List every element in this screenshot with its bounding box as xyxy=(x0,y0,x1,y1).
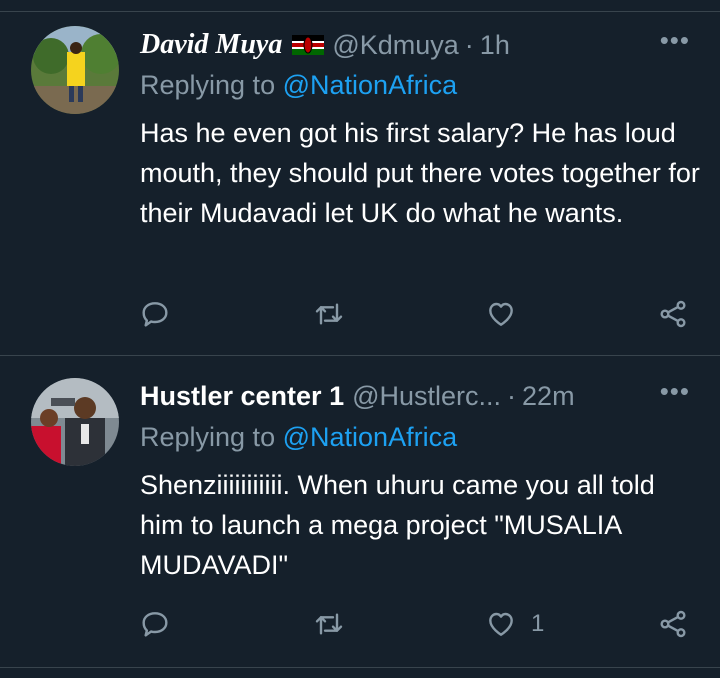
separator: · xyxy=(507,380,517,411)
like-button[interactable]: 1 xyxy=(485,608,544,640)
replying-to-label: Replying to xyxy=(140,70,276,100)
display-name[interactable]: Hustler center 1 xyxy=(140,381,344,412)
bottom-divider xyxy=(0,667,720,668)
replying-to: Replying to @NationAfrica xyxy=(140,422,457,453)
more-icon[interactable]: ••• xyxy=(660,25,690,56)
reply-mention-link[interactable]: @NationAfrica xyxy=(283,70,457,100)
tweet-header: David Muya @Kdmuya · 1h ••• xyxy=(140,25,700,65)
reply-button[interactable] xyxy=(139,298,171,330)
action-bar: 1 xyxy=(0,608,720,648)
retweet-icon xyxy=(315,303,343,325)
share-button[interactable] xyxy=(657,298,689,330)
reply-button[interactable] xyxy=(139,608,171,640)
like-button[interactable] xyxy=(485,298,531,330)
tweet-2[interactable]: Hustler center 1 @Hustlerc... · 22m ••• … xyxy=(0,356,720,667)
display-name[interactable]: David Muya xyxy=(140,29,282,61)
replying-to-label: Replying to xyxy=(140,422,276,452)
avatar[interactable] xyxy=(31,26,119,114)
reply-icon xyxy=(142,302,168,327)
retweet-icon xyxy=(315,613,343,635)
replying-to: Replying to @NationAfrica xyxy=(140,70,457,101)
handle[interactable]: @Kdmuya xyxy=(332,30,458,61)
retweet-button[interactable] xyxy=(313,298,345,330)
timestamp[interactable]: 1h xyxy=(480,30,510,61)
like-icon xyxy=(489,302,513,326)
kenya-flag-icon xyxy=(292,35,325,55)
like-icon xyxy=(489,612,513,636)
retweet-button[interactable] xyxy=(313,608,345,640)
timestamp[interactable]: 22m xyxy=(522,381,575,412)
tweet-text: Shenziiiiiiiiiii. When uhuru came you al… xyxy=(140,470,655,580)
more-icon[interactable]: ••• xyxy=(660,376,690,407)
separator: · xyxy=(464,29,474,60)
share-button[interactable] xyxy=(657,608,689,640)
action-bar xyxy=(0,298,720,338)
tweet-1[interactable]: David Muya @Kdmuya · 1h ••• Replying to … xyxy=(0,12,720,355)
share-icon xyxy=(660,300,686,328)
like-count: 1 xyxy=(531,610,545,637)
reply-icon xyxy=(142,612,168,637)
tweet-header: Hustler center 1 @Hustlerc... · 22m ••• xyxy=(140,376,700,416)
avatar[interactable] xyxy=(31,378,119,466)
handle[interactable]: @Hustlerc... xyxy=(352,381,501,412)
reply-mention-link[interactable]: @NationAfrica xyxy=(283,422,457,452)
share-icon xyxy=(660,610,686,638)
tweet-text: Has he even got his first salary? He has… xyxy=(140,118,700,228)
